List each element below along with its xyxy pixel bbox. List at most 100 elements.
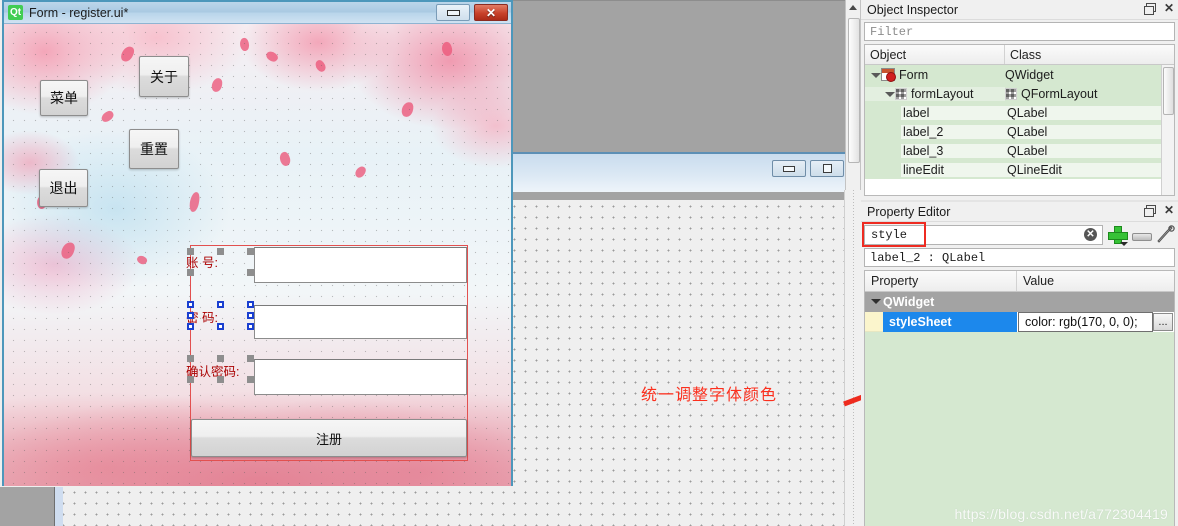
- scrollbar-thumb[interactable]: [1163, 67, 1174, 115]
- chevron-down-icon[interactable]: [869, 296, 883, 308]
- column-header-class[interactable]: Class: [1005, 45, 1174, 64]
- object-tree-scrollbar[interactable]: [1161, 65, 1174, 195]
- column-header-value[interactable]: Value: [1017, 271, 1174, 291]
- selection-handle[interactable]: [187, 269, 194, 276]
- menu-button[interactable]: 菜单: [40, 80, 88, 116]
- object-inspector-title-actions: ✕: [1143, 2, 1174, 15]
- password-input[interactable]: [254, 305, 467, 339]
- grid-layout-icon: [895, 87, 907, 100]
- chevron-down-icon[interactable]: [1120, 241, 1128, 246]
- background-window-minimize-button[interactable]: [772, 160, 806, 177]
- property-value-buttons: ...: [1153, 312, 1174, 332]
- about-button[interactable]: 关于: [139, 56, 189, 97]
- active-selection-handle[interactable]: [217, 323, 224, 330]
- chevron-down-icon[interactable]: [883, 88, 895, 100]
- tree-row-object-name: label_3: [901, 143, 1005, 158]
- remove-property-icon[interactable]: [1131, 225, 1152, 245]
- add-property-icon[interactable]: [1107, 225, 1128, 246]
- annotation-label: 统一调整字体颜色: [641, 387, 778, 404]
- object-tree-rows: Form QWidget formLayout QFormLayout labe…: [865, 65, 1174, 179]
- background-window-buttons: [772, 160, 844, 177]
- tree-row-label[interactable]: label QLabel: [865, 103, 1174, 122]
- exit-button[interactable]: 退出: [39, 169, 88, 207]
- background-window-titlebar: [508, 152, 848, 192]
- property-editor-title: Property Editor: [867, 204, 951, 219]
- selected-object-breadcrumb: label_2 : QLabel: [864, 248, 1175, 267]
- property-group-qwidget[interactable]: QWidget: [865, 292, 1174, 312]
- selection-handle[interactable]: [187, 376, 194, 383]
- tree-row-class-name: QLabel: [1005, 143, 1174, 158]
- tree-row-class-name: QLabel: [1005, 124, 1174, 139]
- active-selection-handle[interactable]: [187, 323, 194, 330]
- confirm-password-input[interactable]: [254, 359, 467, 395]
- scroll-up-arrow-icon[interactable]: [846, 0, 860, 15]
- tree-row-lineedit[interactable]: lineEdit QLineEdit: [865, 160, 1174, 179]
- property-name-stylesheet[interactable]: styleSheet: [883, 312, 1017, 332]
- property-value-stylesheet[interactable]: color: rgb(170, 0, 0);: [1018, 312, 1153, 332]
- active-selection-handle[interactable]: [187, 312, 194, 319]
- object-tree: Object Class Form QWidget formLayout QFo…: [864, 44, 1175, 196]
- tree-row-label-2[interactable]: label_2 QLabel: [865, 122, 1174, 141]
- screenshot-root: Qt Form - register.ui* ✕ 菜单 关于 重置 退出 账 号…: [0, 0, 1178, 526]
- tree-row-class-name: QLineEdit: [1005, 162, 1174, 177]
- active-selection-handle[interactable]: [217, 301, 224, 308]
- qt-logo-icon: Qt: [8, 5, 23, 20]
- reset-button[interactable]: 重置: [129, 129, 179, 169]
- column-header-object[interactable]: Object: [865, 45, 1005, 64]
- selection-handle[interactable]: [217, 355, 224, 362]
- selection-handle[interactable]: [247, 269, 254, 276]
- property-row-stylesheet[interactable]: styleSheet color: rgb(170, 0, 0); ...: [865, 312, 1174, 332]
- object-inspector-title: Object Inspector: [867, 2, 959, 17]
- property-table-header: Property Value: [865, 271, 1174, 292]
- form-close-button[interactable]: ✕: [474, 4, 508, 21]
- active-selection-handle[interactable]: [247, 301, 254, 308]
- selection-handle[interactable]: [187, 355, 194, 362]
- register-button[interactable]: 注册: [191, 419, 467, 457]
- form-widget-icon: [881, 68, 896, 82]
- float-icon[interactable]: [1143, 3, 1156, 15]
- splitter-dot-line: [853, 190, 854, 526]
- minimize-icon: [446, 9, 460, 16]
- active-selection-handle[interactable]: [187, 301, 194, 308]
- object-filter-input[interactable]: Filter: [864, 22, 1175, 41]
- float-icon[interactable]: [1143, 205, 1156, 217]
- tree-row-label-3[interactable]: label_3 QLabel: [865, 141, 1174, 160]
- property-group-label: QWidget: [883, 295, 935, 309]
- property-editor-title-bar: Property Editor ✕: [861, 202, 1178, 222]
- open-editor-button[interactable]: ...: [1153, 313, 1173, 331]
- active-selection-handle[interactable]: [247, 323, 254, 330]
- selection-handle[interactable]: [247, 355, 254, 362]
- object-inspector-title-bar: Object Inspector ✕: [861, 0, 1178, 20]
- tree-row-form[interactable]: Form QWidget: [865, 65, 1174, 84]
- tree-row-class-name: QWidget: [1005, 67, 1054, 82]
- account-input[interactable]: [254, 247, 467, 283]
- selection-handle[interactable]: [247, 248, 254, 255]
- selection-handle[interactable]: [217, 376, 224, 383]
- selection-handle[interactable]: [247, 376, 254, 383]
- tree-row-object-name: label_2: [901, 124, 1005, 139]
- clear-icon[interactable]: ✕: [1084, 227, 1097, 241]
- column-header-property[interactable]: Property: [865, 271, 1017, 291]
- background-window-maximize-button[interactable]: [810, 160, 844, 177]
- dock-splitter[interactable]: [844, 190, 861, 526]
- tree-row-class-name: QFormLayout: [1021, 86, 1098, 101]
- close-icon[interactable]: ✕: [1164, 2, 1174, 14]
- tree-row-class-name: QLabel: [1005, 105, 1174, 120]
- selection-handle[interactable]: [187, 248, 194, 255]
- background-window-vertical-scrollbar[interactable]: [845, 0, 861, 190]
- scrollbar-thumb[interactable]: [848, 18, 860, 163]
- object-inspector-dock: Object Inspector ✕ Filter Object Class F…: [861, 0, 1178, 200]
- maximize-icon: [822, 164, 832, 173]
- selection-handle[interactable]: [217, 248, 224, 255]
- configure-icon[interactable]: [1155, 224, 1175, 245]
- active-selection-handle[interactable]: [247, 312, 254, 319]
- canvas-left-gray-block: [0, 487, 55, 526]
- minimize-icon: [783, 165, 795, 172]
- chevron-down-icon[interactable]: [869, 69, 881, 81]
- close-icon[interactable]: ✕: [1164, 204, 1174, 216]
- property-search-input[interactable]: style: [864, 224, 1103, 245]
- tree-row-object-name: Form: [899, 67, 929, 82]
- property-editor-dock: Property Editor ✕ style ✕ label_2 : QLab…: [861, 202, 1178, 526]
- form-minimize-button[interactable]: [436, 4, 470, 21]
- tree-row-formlayout[interactable]: formLayout QFormLayout: [865, 84, 1174, 103]
